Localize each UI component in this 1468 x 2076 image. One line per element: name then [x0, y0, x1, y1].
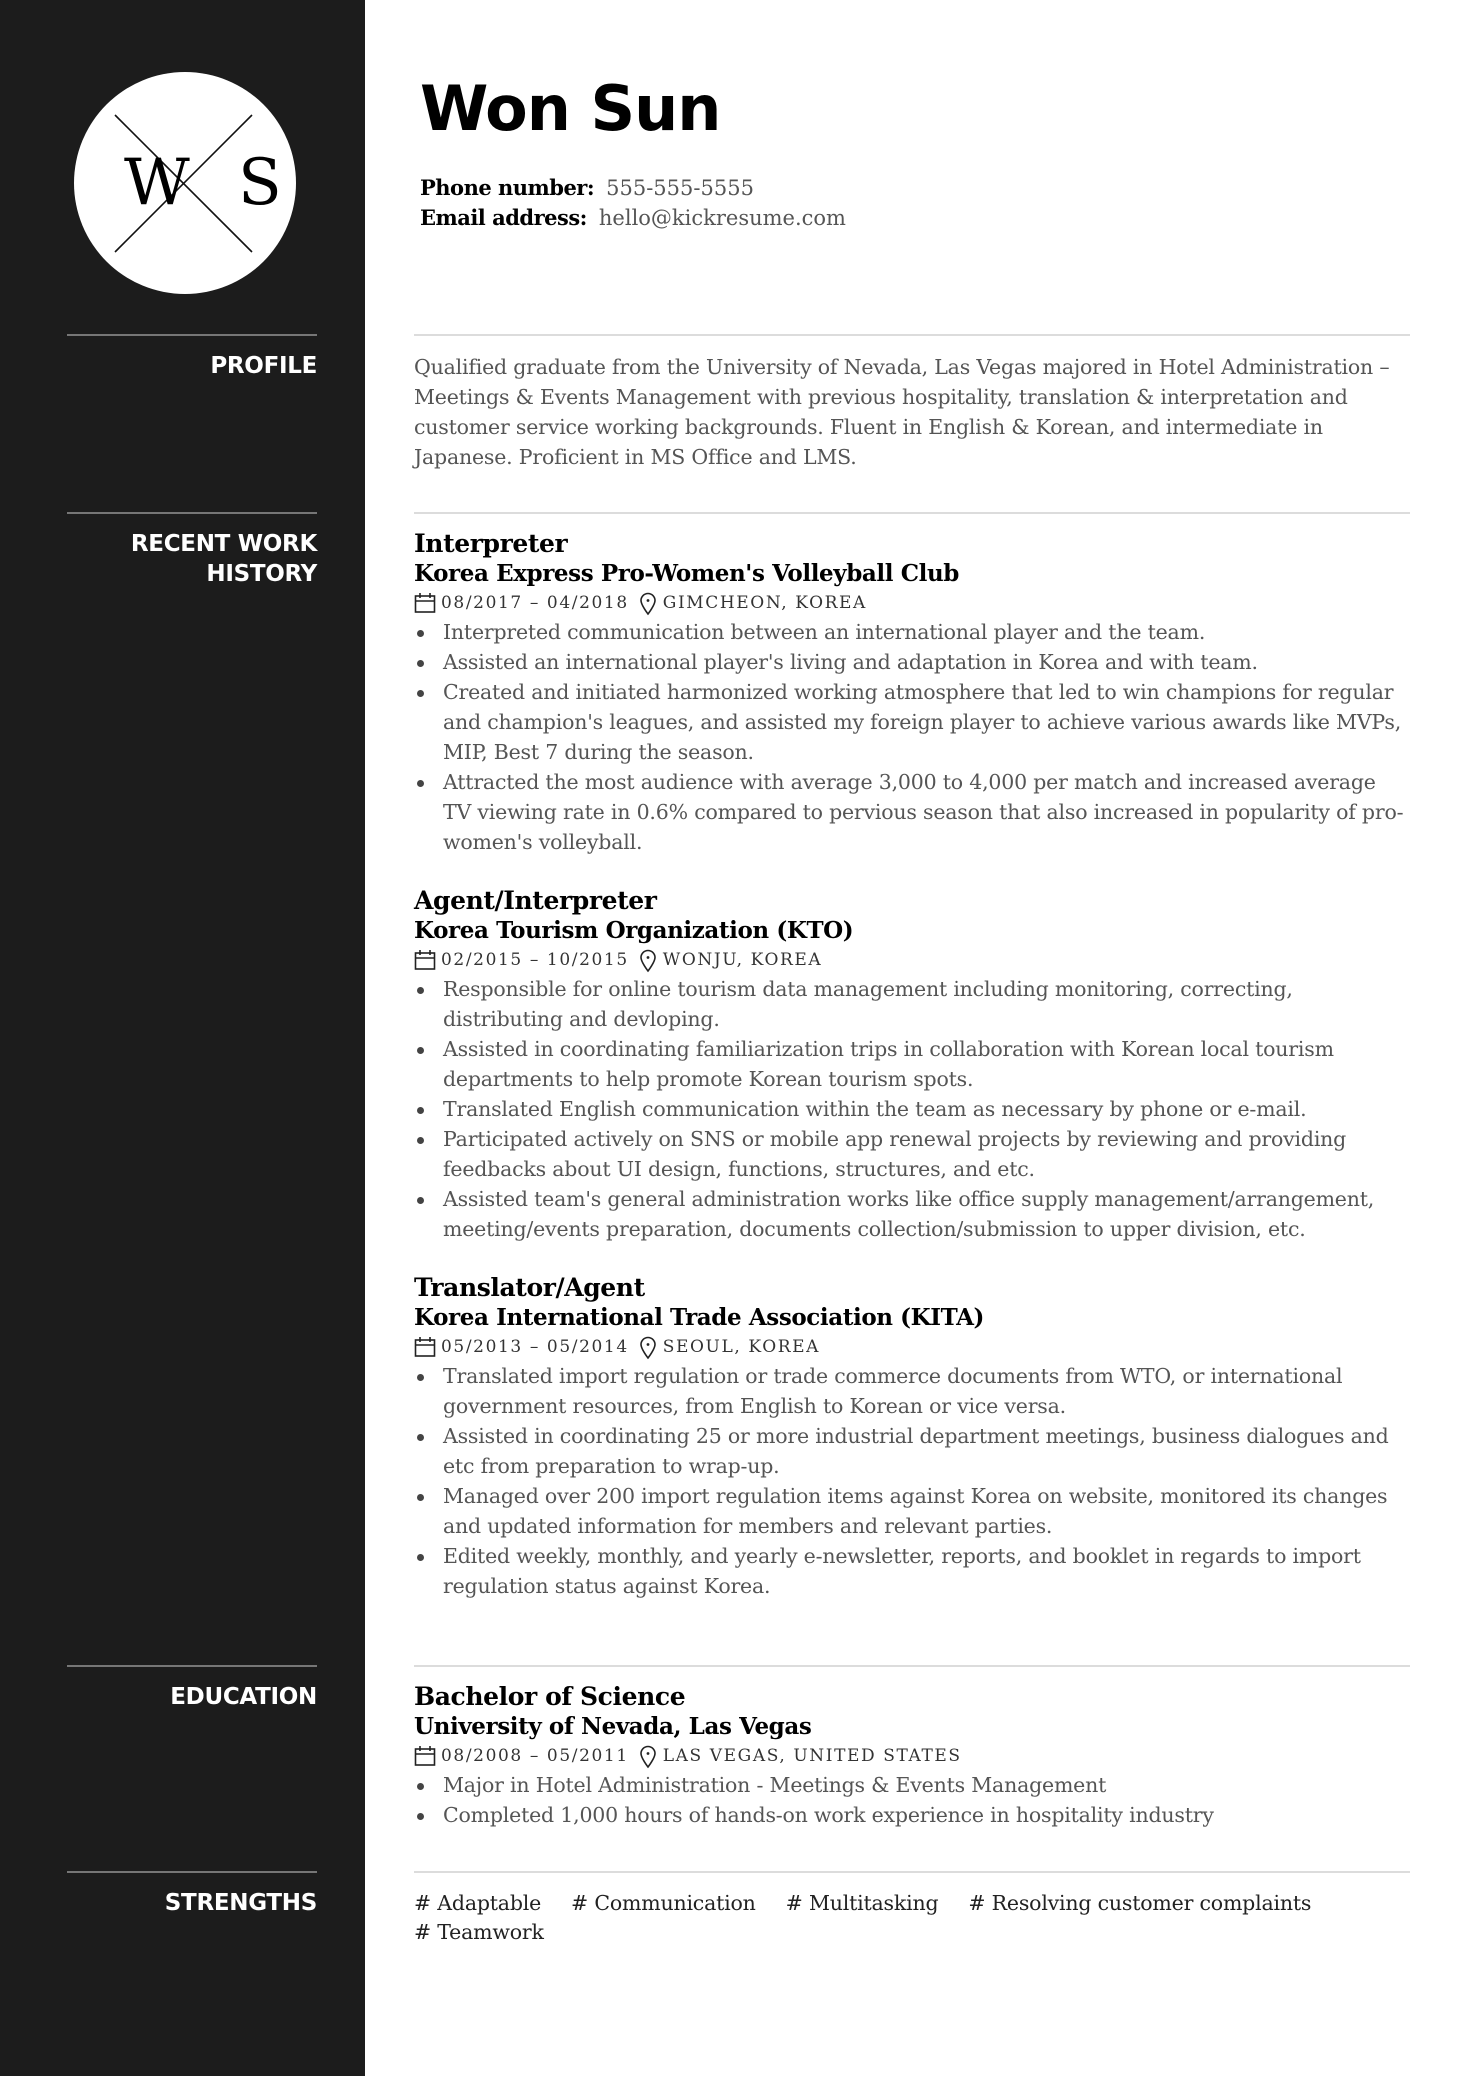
job-meta: 02/2015 – 10/2015 WONJU, KOREA [414, 946, 1410, 974]
education-location: LAS VEGAS, UNITED STATES [662, 1746, 962, 1766]
job-title: Agent/Interpreter [414, 886, 657, 915]
education-heading: EDUCATION [170, 1684, 317, 1710]
job-organization: Korea Tourism Organization (KTO) [414, 917, 854, 944]
job-list: Interpreter Korea Express Pro-Women's Vo… [414, 529, 1410, 1630]
calendar-icon [414, 949, 436, 971]
strength-tags: # Adaptable # Communication # Multitaski… [414, 1889, 1410, 1947]
list-item: Attracted the most audience with average… [414, 767, 1410, 857]
section-divider [414, 1665, 1410, 1667]
calendar-icon [414, 592, 436, 614]
sidebar-divider [67, 512, 317, 514]
list-item: Interpreted communication between an int… [414, 617, 1410, 647]
job-bullets: Translated import regulation or trade co… [414, 1361, 1410, 1601]
list-item: Completed 1,000 hours of hands-on work e… [414, 1800, 1410, 1830]
job-location: GIMCHEON, KOREA [662, 593, 867, 613]
phone-row: Phone number: 555-555-5555 [420, 173, 846, 203]
strength-tag: # Resolving customer complaints [968, 1891, 1312, 1915]
sidebar-divider [67, 1665, 317, 1667]
calendar-icon [414, 1336, 436, 1358]
person-name: Won Sun [420, 72, 721, 145]
job-title: Interpreter [414, 529, 568, 558]
work-history-heading: RECENT WORK HISTORY [67, 529, 317, 589]
calendar-icon [414, 1745, 436, 1767]
phone-label: Phone number: [420, 175, 595, 200]
work-heading-line2: HISTORY [206, 561, 317, 587]
monogram-letter-right: S [238, 146, 282, 220]
map-pin-icon [639, 1745, 657, 1769]
job-meta: 08/2017 – 04/2018 GIMCHEON, KOREA [414, 589, 1410, 617]
strength-tag: # Multitasking [785, 1891, 939, 1915]
strength-tag: # Teamwork [414, 1920, 544, 1944]
section-divider [414, 1871, 1410, 1873]
email-value[interactable]: hello@kickresume.com [599, 206, 846, 230]
map-pin-icon [639, 1336, 657, 1360]
job-entry: Translator/Agent Korea International Tra… [414, 1273, 1410, 1601]
list-item: Created and initiated harmonized working… [414, 677, 1410, 767]
list-item: Assisted in coordinating 25 or more indu… [414, 1421, 1410, 1481]
map-pin-icon [639, 592, 657, 616]
email-row: Email address: hello@kickresume.com [420, 203, 846, 233]
job-meta: 05/2013 – 05/2014 SEOUL, KOREA [414, 1333, 1410, 1361]
strength-tag: # Communication [571, 1891, 756, 1915]
job-bullets: Interpreted communication between an int… [414, 617, 1410, 857]
monogram-logo: W S [74, 72, 296, 294]
profile-text: Qualified graduate from the University o… [414, 355, 1390, 469]
map-pin-icon [639, 949, 657, 973]
education-bullets: Major in Hotel Administration - Meetings… [414, 1770, 1410, 1830]
education-meta: 08/2008 – 05/2011 LAS VEGAS, UNITED STAT… [414, 1742, 1410, 1770]
list-item: Managed over 200 import regulation items… [414, 1481, 1410, 1541]
job-organization: Korea Express Pro-Women's Volleyball Clu… [414, 560, 959, 587]
sidebar: W S [0, 0, 365, 2076]
section-divider [414, 334, 1410, 336]
list-item: Major in Hotel Administration - Meetings… [414, 1770, 1410, 1800]
school-name: University of Nevada, Las Vegas [414, 1713, 812, 1740]
job-dates: 08/2017 – 04/2018 [441, 593, 629, 613]
list-item: Translated import regulation or trade co… [414, 1361, 1410, 1421]
job-dates: 02/2015 – 10/2015 [441, 950, 629, 970]
job-dates: 05/2013 – 05/2014 [441, 1337, 629, 1357]
sidebar-divider [67, 1871, 317, 1873]
job-location: WONJU, KOREA [662, 950, 823, 970]
job-organization: Korea International Trade Association (K… [414, 1304, 985, 1331]
job-entry: Agent/Interpreter Korea Tourism Organiza… [414, 886, 1410, 1244]
header: Won Sun Phone number: 555-555-5555 Email … [420, 72, 846, 233]
education-dates: 08/2008 – 05/2011 [441, 1746, 629, 1766]
degree: Bachelor of Science [414, 1682, 686, 1711]
list-item: Responsible for online tourism data mana… [414, 974, 1410, 1034]
list-item: Assisted an international player's livin… [414, 647, 1410, 677]
profile-heading: PROFILE [210, 353, 317, 379]
section-divider [414, 512, 1410, 514]
work-heading-line1: RECENT WORK [130, 531, 317, 557]
sidebar-divider [67, 334, 317, 336]
list-item: Assisted team's general administration w… [414, 1184, 1410, 1244]
strength-tag: # Adaptable [414, 1891, 542, 1915]
list-item: Assisted in coordinating familiarization… [414, 1034, 1410, 1094]
monogram-letter-left: W [124, 146, 190, 220]
email-label: Email address: [420, 205, 587, 230]
contact-info: Phone number: 555-555-5555 Email address:… [420, 173, 846, 233]
job-location: SEOUL, KOREA [662, 1337, 821, 1357]
job-entry: Interpreter Korea Express Pro-Women's Vo… [414, 529, 1410, 857]
list-item: Translated English communication within … [414, 1094, 1410, 1124]
job-bullets: Responsible for online tourism data mana… [414, 974, 1410, 1244]
list-item: Edited weekly, monthly, and yearly e-new… [414, 1541, 1410, 1601]
phone-value: 555-555-5555 [606, 176, 754, 200]
strengths-heading: STRENGTHS [164, 1890, 318, 1916]
job-title: Translator/Agent [414, 1273, 645, 1302]
list-item: Participated actively on SNS or mobile a… [414, 1124, 1410, 1184]
